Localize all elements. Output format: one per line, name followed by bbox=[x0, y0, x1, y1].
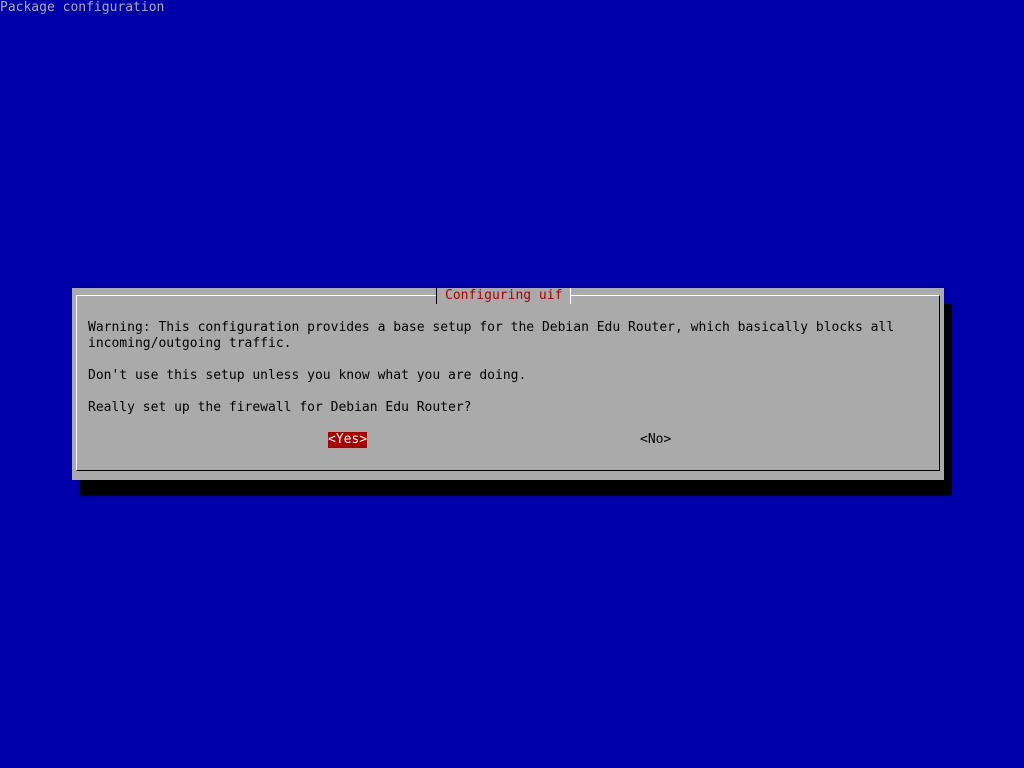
warning-line-1: Warning: This configuration provides a b… bbox=[88, 320, 895, 335]
warning-line-2: incoming/outgoing traffic. bbox=[88, 336, 292, 351]
no-button[interactable]: <No> bbox=[640, 432, 671, 448]
button-row: <Yes> <No> bbox=[72, 432, 944, 448]
yes-button[interactable]: <Yes> bbox=[328, 432, 368, 448]
screen-title: Package configuration bbox=[0, 0, 165, 15]
question-text: Really set up the firewall for Debian Ed… bbox=[88, 400, 472, 415]
dialog-title: Configuring uif bbox=[436, 288, 572, 304]
configuration-dialog: Configuring uif Warning: This configurat… bbox=[72, 288, 944, 480]
dialog-body: Warning: This configuration provides a b… bbox=[88, 320, 928, 416]
caution-text: Don't use this setup unless you know wha… bbox=[88, 368, 527, 383]
